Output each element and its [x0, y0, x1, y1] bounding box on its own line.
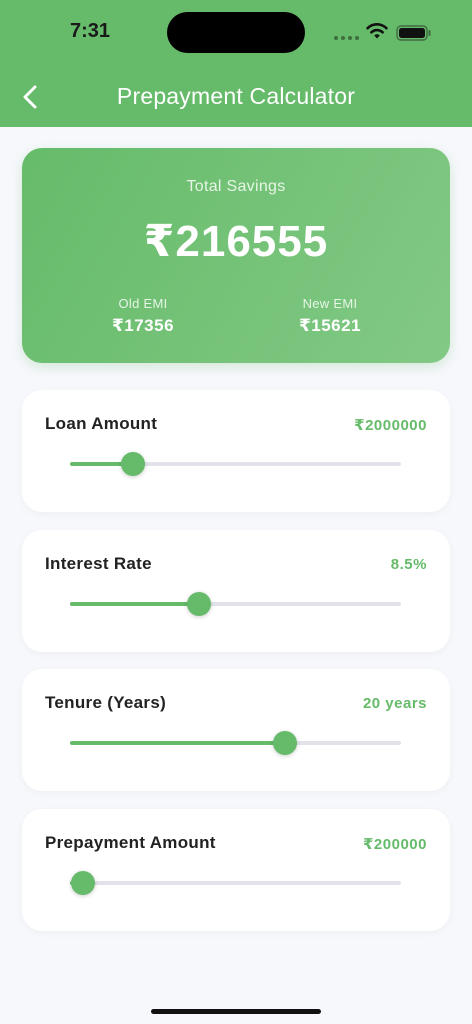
- savings-summary-card: Total Savings ₹216555 Old EMI ₹17356 New…: [22, 148, 450, 363]
- slider-fill: [70, 741, 286, 745]
- new-emi: New EMI ₹15621: [255, 296, 405, 336]
- app-header: 7:31 Prepayment Calculator: [0, 0, 472, 127]
- prepayment-amount-slider[interactable]: [70, 871, 401, 895]
- loan-amount-card: Loan Amount ₹2000000: [22, 390, 450, 512]
- total-savings-value: ₹216555: [143, 217, 329, 266]
- old-emi-label: Old EMI: [118, 296, 168, 311]
- old-emi-value: ₹17356: [111, 316, 175, 335]
- wifi-icon: [366, 23, 388, 39]
- loan-amount-label: Loan Amount: [45, 414, 158, 433]
- tenure-value: 20 years: [362, 695, 427, 712]
- total-savings-label: Total Savings: [186, 178, 286, 195]
- new-emi-label: New EMI: [302, 296, 358, 311]
- interest-rate-slider[interactable]: [70, 592, 401, 616]
- prepayment-amount-card: Prepayment Amount ₹200000: [22, 809, 450, 931]
- new-emi-value: ₹15621: [298, 316, 362, 335]
- interest-rate-card: Interest Rate 8.5%: [22, 530, 450, 652]
- tenure-label: Tenure (Years): [45, 693, 167, 712]
- dynamic-island: [167, 12, 305, 53]
- status-time: 7:31: [70, 20, 111, 42]
- interest-rate-value: 8.5%: [390, 556, 427, 573]
- slider-fill: [70, 602, 200, 606]
- old-emi: Old EMI ₹17356: [68, 296, 218, 336]
- prepayment-amount-value: ₹200000: [363, 836, 427, 853]
- slider-thumb[interactable]: [273, 731, 298, 755]
- slider-thumb[interactable]: [120, 452, 145, 476]
- tenure-card: Tenure (Years) 20 years: [22, 669, 450, 791]
- battery-icon: [396, 25, 431, 41]
- loan-amount-slider[interactable]: [70, 452, 401, 476]
- interest-rate-label: Interest Rate: [45, 554, 152, 573]
- slider-thumb[interactable]: [71, 871, 96, 895]
- tenure-slider[interactable]: [70, 731, 401, 755]
- page-title: Prepayment Calculator: [116, 83, 356, 109]
- prepayment-amount-label: Prepayment Amount: [45, 833, 216, 852]
- loan-amount-value: ₹2000000: [354, 417, 427, 434]
- cellular-signal-icon: [334, 36, 359, 40]
- slider-thumb[interactable]: [187, 592, 212, 616]
- home-indicator[interactable]: [151, 1009, 321, 1014]
